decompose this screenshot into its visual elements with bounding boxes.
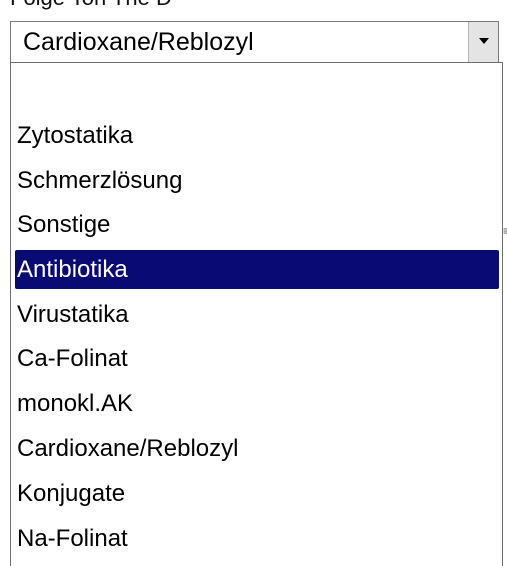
chevron-down-icon — [479, 38, 489, 44]
list-item-na-folinat[interactable]: Na-Folinat — [15, 519, 499, 558]
list-item-monokl-ak[interactable]: monokl.AK — [15, 384, 499, 423]
list-item-virustatika[interactable]: Virustatika — [15, 295, 499, 334]
dropdown-toggle-button[interactable] — [468, 22, 498, 62]
background-fragment: ≡ — [503, 224, 507, 238]
list-item-zytostatika[interactable]: Zytostatika — [15, 116, 499, 155]
list-item-sonstige[interactable]: Sonstige — [15, 205, 499, 244]
list-item-ca-folinat[interactable]: Ca-Folinat — [15, 339, 499, 378]
list-item-antibiotika[interactable]: Antibiotika — [15, 250, 499, 289]
dropdown-list[interactable]: Zytostatika Schmerzlösung Sonstige Antib… — [10, 62, 503, 566]
list-item-empty[interactable] — [15, 73, 499, 112]
combobox-selected-value: Cardioxane/Reblozyl — [23, 28, 254, 56]
list-item-konjugate[interactable]: Konjugate — [15, 474, 499, 513]
list-item-schmerzloesung[interactable]: Schmerzlösung — [15, 161, 499, 200]
field-label: Folge Ton The D — [0, 0, 172, 10]
category-combobox[interactable]: Cardioxane/Reblozyl — [10, 21, 499, 63]
list-item-cardioxane-reblozyl[interactable]: Cardioxane/Reblozyl — [15, 429, 499, 468]
stage: Folge Ton The D Cardioxane/Reblozyl Zyto… — [0, 0, 507, 566]
